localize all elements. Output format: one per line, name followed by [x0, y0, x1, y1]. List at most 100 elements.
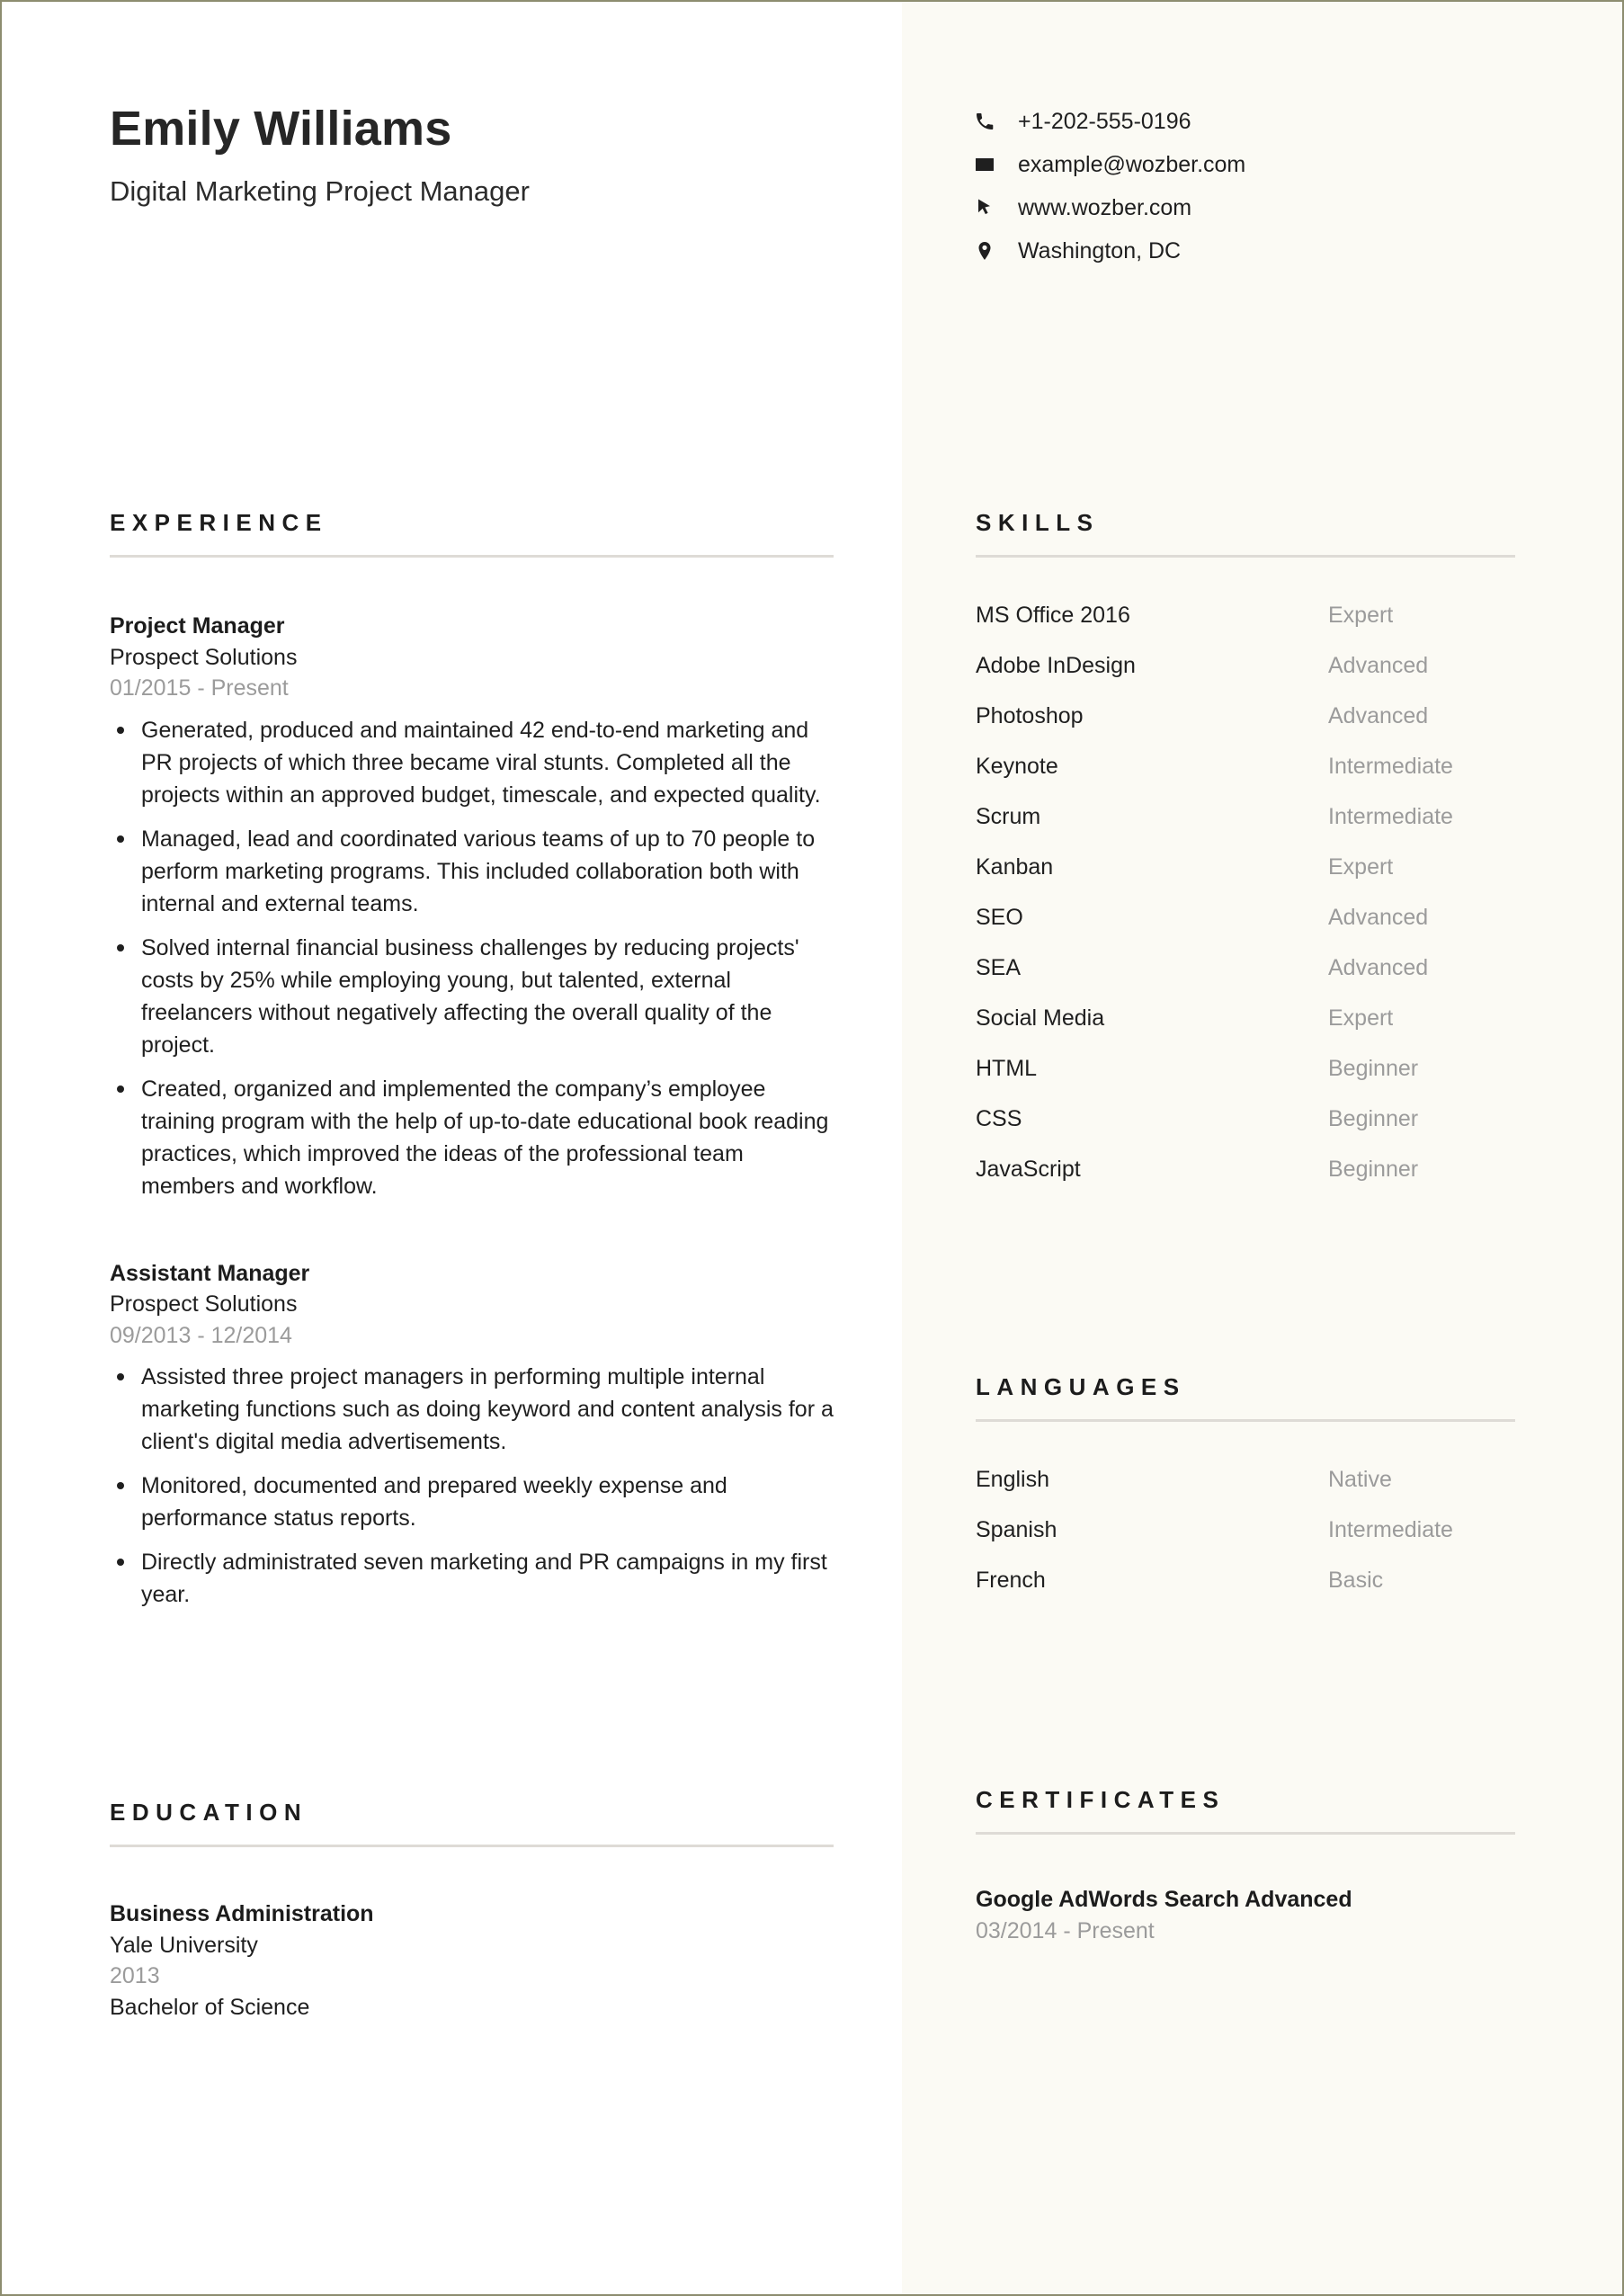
- certificates-divider: [976, 1832, 1515, 1835]
- skill-level: Beginner: [1328, 1106, 1419, 1131]
- skill-row: Adobe InDesign Advanced: [976, 655, 1515, 705]
- cursor-arrow-icon: [973, 196, 996, 219]
- experience-entry-organization: Prospect Solutions: [110, 644, 298, 670]
- skill-row: Kanban Expert: [976, 856, 1515, 907]
- skill-level: Beginner: [1328, 1157, 1419, 1182]
- education-entry: Business Administration Yale University …: [110, 1898, 834, 2023]
- skill-level: Expert: [1328, 854, 1394, 880]
- resume-header: Emily Williams Digital Marketing Project…: [2, 2, 1622, 478]
- list-item: Assisted three project managers in perfo…: [110, 1361, 834, 1458]
- language-name: French: [976, 1568, 1046, 1593]
- experience-entry-organization: Prospect Solutions: [110, 1291, 298, 1317]
- skill-name: SEA: [976, 955, 1022, 980]
- experience-heading: EXPERIENCE: [110, 509, 328, 536]
- education-heading: EDUCATION: [110, 1799, 308, 1826]
- skill-level: Advanced: [1328, 905, 1429, 930]
- skill-row: JavaScript Beginner: [976, 1158, 1515, 1209]
- resume-content: Emily Williams Digital Marketing Project…: [2, 2, 1622, 2294]
- skill-name: SEO: [976, 905, 1023, 930]
- candidate-name: Emily Williams: [110, 102, 452, 156]
- experience-entry-date: 01/2015 - Present: [110, 675, 289, 701]
- skill-name: JavaScript: [976, 1157, 1081, 1182]
- certificates-heading: CERTIFICATES: [976, 1786, 1226, 1813]
- skill-row: Keynote Intermediate: [976, 755, 1515, 806]
- skill-level: Intermediate: [1328, 754, 1453, 779]
- experience-entry: Assistant Manager Prospect Solutions 09/…: [110, 1258, 834, 1612]
- phone-icon: [973, 110, 996, 133]
- skill-name: Kanban: [976, 854, 1054, 880]
- contact-row-location[interactable]: Washington, DC: [973, 236, 1245, 266]
- skill-level: Expert: [1328, 1005, 1394, 1031]
- skill-name: Keynote: [976, 754, 1058, 779]
- list-item: Created, organized and implemented the c…: [110, 1073, 834, 1202]
- list-item: Generated, produced and maintained 42 en…: [110, 714, 834, 811]
- language-row: Spanish Intermediate: [976, 1519, 1515, 1569]
- skill-name: Scrum: [976, 804, 1041, 829]
- skills-section: SKILLS MS Office 2016 Expert Adobe InDes…: [976, 511, 1515, 1209]
- skill-row: SEO Advanced: [976, 907, 1515, 957]
- contact-website-text: www.wozber.com: [1018, 194, 1192, 220]
- experience-entry: Project Manager Prospect Solutions 01/20…: [110, 611, 834, 1202]
- experience-entry-date: 09/2013 - 12/2014: [110, 1322, 292, 1348]
- certificates-section: CERTIFICATES Google AdWords Search Advan…: [976, 1788, 1515, 1946]
- education-divider: [110, 1845, 834, 1847]
- skill-name: Social Media: [976, 1005, 1105, 1031]
- list-item: Managed, lead and coordinated various te…: [110, 823, 834, 920]
- experience-entry-title: Project Manager: [110, 613, 285, 639]
- languages-divider: [976, 1419, 1515, 1422]
- contact-list: +1-202-555-0196 example@wozber.com www.w…: [973, 106, 1245, 266]
- contact-row-website[interactable]: www.wozber.com: [973, 192, 1245, 223]
- skill-level: Advanced: [1328, 703, 1429, 728]
- certificate-date: 03/2014 - Present: [976, 1917, 1155, 1943]
- skill-name: Adobe InDesign: [976, 653, 1136, 678]
- language-name: Spanish: [976, 1517, 1057, 1542]
- contact-location-text: Washington, DC: [1018, 237, 1182, 264]
- skills-divider: [976, 555, 1515, 558]
- contact-email-text: example@wozber.com: [1018, 151, 1246, 177]
- skill-name: MS Office 2016: [976, 603, 1130, 628]
- language-name: English: [976, 1467, 1049, 1492]
- skill-row: HTML Beginner: [976, 1058, 1515, 1108]
- language-level: Native: [1328, 1467, 1392, 1492]
- language-level: Basic: [1328, 1568, 1384, 1593]
- skill-level: Advanced: [1328, 955, 1429, 980]
- education-field: Business Administration: [110, 1901, 374, 1926]
- skill-level: Expert: [1328, 603, 1394, 628]
- languages-list: English Native Spanish Intermediate Fren…: [976, 1469, 1515, 1620]
- contact-phone-text: +1-202-555-0196: [1018, 108, 1191, 134]
- skill-row: SEA Advanced: [976, 957, 1515, 1007]
- skill-level: Beginner: [1328, 1056, 1419, 1081]
- education-year: 2013: [110, 1963, 160, 1988]
- skill-level: Intermediate: [1328, 804, 1453, 829]
- education-institution: Yale University: [110, 1932, 258, 1958]
- list-item: Solved internal financial business chall…: [110, 932, 834, 1061]
- contact-row-email[interactable]: example@wozber.com: [973, 149, 1245, 180]
- list-item: Directly administrated seven marketing a…: [110, 1546, 834, 1611]
- experience-entry-title: Assistant Manager: [110, 1260, 310, 1286]
- skill-name: HTML: [976, 1056, 1038, 1081]
- languages-section: LANGUAGES English Native Spanish Interme…: [976, 1375, 1515, 1620]
- skill-row: Scrum Intermediate: [976, 806, 1515, 856]
- languages-heading: LANGUAGES: [976, 1373, 1186, 1400]
- experience-section: EXPERIENCE Project Manager Prospect Solu…: [110, 511, 834, 1611]
- language-level: Intermediate: [1328, 1517, 1453, 1542]
- candidate-job-title: Digital Marketing Project Manager: [110, 175, 530, 207]
- resume-page: Emily Williams Digital Marketing Project…: [0, 0, 1624, 2296]
- skills-heading: SKILLS: [976, 509, 1100, 536]
- envelope-icon: [973, 153, 996, 176]
- skill-row: Social Media Expert: [976, 1007, 1515, 1058]
- experience-entry-bullets: Assisted three project managers in perfo…: [110, 1361, 834, 1611]
- location-pin-icon: [973, 239, 996, 263]
- skill-row: CSS Beginner: [976, 1108, 1515, 1158]
- experience-entry-bullets: Generated, produced and maintained 42 en…: [110, 714, 834, 1202]
- skill-name: Photoshop: [976, 703, 1084, 728]
- certificate-title: Google AdWords Search Advanced: [976, 1887, 1352, 1912]
- skills-list: MS Office 2016 Expert Adobe InDesign Adv…: [976, 604, 1515, 1209]
- contact-row-phone[interactable]: +1-202-555-0196: [973, 106, 1245, 137]
- certificate-entry: Google AdWords Search Advanced 03/2014 -…: [976, 1884, 1515, 1946]
- skill-row: Photoshop Advanced: [976, 705, 1515, 755]
- list-item: Monitored, documented and prepared weekl…: [110, 1470, 834, 1534]
- experience-divider: [110, 555, 834, 558]
- skill-row: MS Office 2016 Expert: [976, 604, 1515, 655]
- education-degree: Bachelor of Science: [110, 1994, 310, 2020]
